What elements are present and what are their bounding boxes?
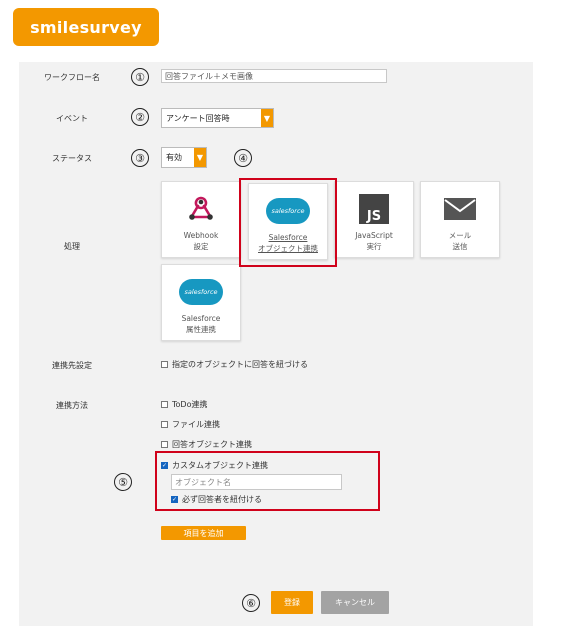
marker-1: ① [131, 68, 149, 86]
marker-4: ④ [234, 149, 252, 167]
smilesurvey-logo: smilesurvey [13, 8, 159, 46]
mail-icon [421, 192, 499, 226]
process-card-webhook[interactable]: Webhook 設定 [161, 181, 241, 258]
marker-3: ③ [131, 149, 149, 167]
marker-6: ⑥ [242, 594, 260, 612]
card-label-line2: 送信 [452, 242, 468, 251]
option-todo[interactable]: ToDo連携 [161, 399, 207, 410]
add-item-button[interactable]: 項目を追加 [161, 526, 246, 540]
process-card-mail[interactable]: メール 送信 [420, 181, 500, 258]
card-label-line2: 実行 [366, 242, 382, 251]
checkbox[interactable] [161, 401, 168, 408]
link-target-label: 連携先設定 [52, 361, 92, 370]
workflow-form-panel [19, 62, 533, 626]
checkbox[interactable] [161, 421, 168, 428]
event-select-value: アンケート回答時 [166, 113, 230, 123]
event-select[interactable]: アンケート回答時 ▼ [161, 108, 274, 128]
status-label: ステータス [52, 154, 92, 163]
chevron-down-icon: ▼ [261, 109, 273, 127]
webhook-icon [162, 192, 240, 226]
option-file[interactable]: ファイル連携 [161, 419, 220, 430]
cancel-button[interactable]: キャンセル [321, 591, 389, 614]
process-label: 処理 [64, 242, 80, 251]
workflow-name-label: ワークフロー名 [44, 73, 100, 82]
option-label: ToDo連携 [172, 400, 208, 409]
checkbox[interactable] [161, 441, 168, 448]
option-label: 回答オブジェクト連携 [172, 440, 252, 449]
process-card-javascript[interactable]: JS JavaScript 実行 [334, 181, 414, 258]
javascript-icon: JS [335, 192, 413, 226]
card-label-line1: メール [448, 231, 472, 240]
highlight-custom-object [155, 451, 380, 511]
link-method-label: 連携方法 [56, 401, 88, 410]
event-label: イベント [56, 114, 88, 123]
status-select[interactable]: 有効 ▼ [161, 147, 207, 168]
marker-5: ⑤ [114, 473, 132, 491]
checkbox[interactable] [161, 361, 168, 368]
highlight-salesforce-card [239, 178, 337, 267]
option-label: ファイル連携 [172, 420, 220, 429]
marker-2: ② [131, 108, 149, 126]
workflow-name-input[interactable]: 回答ファイル＋メモ画像 [161, 69, 387, 83]
status-select-value: 有効 [166, 153, 182, 162]
link-target-option-label: 指定のオブジェクトに回答を紐づける [172, 360, 308, 369]
chevron-down-icon: ▼ [194, 148, 206, 167]
card-label-line1: JavaScript [355, 231, 393, 240]
card-label-line2: 属性連携 [186, 325, 216, 334]
card-label-line1: Salesforce [181, 314, 221, 323]
card-label-line2: 設定 [193, 242, 209, 251]
salesforce-icon: salesforce [162, 275, 240, 309]
link-target-option[interactable]: 指定のオブジェクトに回答を紐づける [161, 359, 308, 370]
register-button[interactable]: 登録 [271, 591, 313, 614]
option-answer-object[interactable]: 回答オブジェクト連携 [161, 439, 252, 450]
card-label-line1: Webhook [183, 231, 219, 240]
process-card-salesforce-attribute[interactable]: salesforce Salesforce 属性連携 [161, 264, 241, 341]
